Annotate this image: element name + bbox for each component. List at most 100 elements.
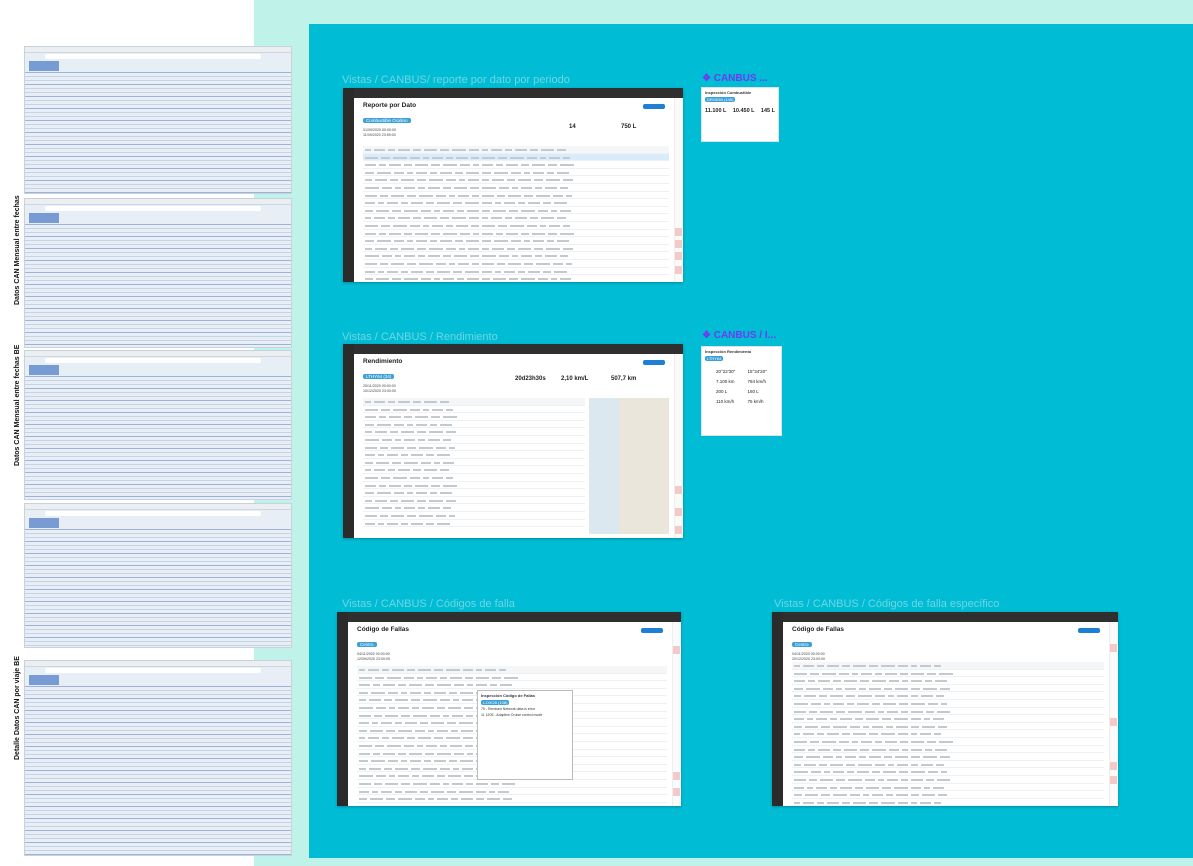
table-row[interactable] [363,153,669,162]
table-row[interactable] [363,252,669,260]
legacy-screen-5 [24,660,292,856]
nav-sidebar[interactable] [343,344,354,538]
legacy-screen-2 [24,198,292,348]
table-row[interactable] [357,780,667,788]
stat-duration: 20d23h30s [515,376,546,382]
table-row[interactable] [363,489,585,497]
table-row[interactable] [792,799,1104,806]
filter-button[interactable] [643,104,665,109]
table-row[interactable] [792,776,1104,784]
table-row[interactable] [363,268,669,276]
data-chip[interactable]: Combustible Ocidino [363,118,411,123]
table-row[interactable] [792,730,1104,738]
frame-title-codigos: Vistas / CANBUS / Códigos de falla [342,598,515,610]
date-to[interactable]: 20/12/2020 23:00:00 [792,657,1104,661]
right-rail [674,98,683,282]
nav-sidebar[interactable] [337,612,348,806]
table-row[interactable] [792,784,1104,792]
table-row[interactable] [363,192,669,200]
table-row[interactable] [792,768,1104,776]
table-row[interactable] [363,482,585,490]
table-row[interactable] [792,708,1104,716]
table-row[interactable] [363,406,585,414]
table-row[interactable] [363,245,669,253]
table-row[interactable] [363,214,669,222]
table-row[interactable] [792,700,1104,708]
frame-title-rendimiento: Vistas / CANBUS / Rendimiento [342,331,498,343]
table-row[interactable] [363,436,585,444]
screen-reporte: Reporte por Dato Combustible Ocidino 01/… [343,88,683,282]
fault-codes-table [792,662,1104,806]
date-from[interactable]: 25/11/2020 00:00:00 [363,384,669,388]
table-row[interactable] [792,685,1104,693]
table-row[interactable] [357,795,667,803]
table-row[interactable] [357,788,667,796]
table-row[interactable] [363,451,585,459]
page-title: Código de Fallas [357,626,410,633]
table-row[interactable] [363,230,669,238]
area-chip[interactable]: Centro [792,642,812,647]
date-from[interactable]: 04/11/2020 00:00:00 [792,652,1104,656]
table-row[interactable] [363,444,585,452]
table-row[interactable] [363,275,669,282]
screen-codigos: Código de Fallas Centro 04/11/2020 00:00… [337,612,681,806]
date-to[interactable]: 11/09/2020 23:59:00 [363,133,669,137]
table-row[interactable] [363,504,585,512]
table-row[interactable] [357,681,667,689]
table-row[interactable] [792,753,1104,761]
table-row[interactable] [792,791,1104,799]
table-row[interactable] [363,207,669,215]
area-chip[interactable]: Centro [357,642,377,647]
filter-button[interactable] [1078,628,1100,633]
stat-count: 14 [569,124,576,130]
nav-sidebar[interactable] [343,88,354,282]
table-row[interactable] [363,459,585,467]
table-row[interactable] [363,520,585,528]
top-bar [348,612,681,622]
table-row[interactable] [363,222,669,230]
table-row[interactable] [363,169,669,177]
card-heading-canbus-2: ❖ CANBUS / I... [702,330,776,341]
table-row[interactable] [357,674,667,682]
stat-liters: 750 L [621,124,637,130]
table-row[interactable] [363,413,585,421]
date-to[interactable]: 10/12/2020 23:00:00 [363,389,669,393]
card-heading-canbus-1: ❖ CANBUS ... [702,73,768,84]
table-row[interactable] [792,670,1104,678]
route-map[interactable] [589,398,669,534]
table-row[interactable] [363,184,669,192]
table-row[interactable] [363,474,585,482]
table-row[interactable] [792,723,1104,731]
table-row[interactable] [363,199,669,207]
table-row[interactable] [792,738,1104,746]
vehicle-chip[interactable]: LTHY64 (34) [363,374,395,379]
table-row[interactable] [792,761,1104,769]
table-row[interactable] [363,428,585,436]
table-row[interactable] [792,692,1104,700]
table-row[interactable] [792,746,1104,754]
side-label-3: Detalle Datos CAN por viaje BE [14,656,21,760]
top-bar [354,344,683,354]
frame-title-codigos-especifico: Vistas / CANBUS / Códigos de falla espec… [774,598,1000,610]
date-to[interactable]: 12/09/2020 23:00:00 [357,657,667,661]
filter-button[interactable] [641,628,663,633]
table-row[interactable] [363,161,669,169]
table-row[interactable] [363,497,585,505]
table-row[interactable] [363,421,585,429]
table-row[interactable] [363,237,669,245]
legacy-screen-1 [24,46,292,194]
table-row[interactable] [363,466,585,474]
screen-codigos-especifico: Código de Fallas Centro 04/11/2020 00:00… [772,612,1118,806]
legacy-screens-panel: Datos CAN Mensual entre fechas Datos CAN… [0,0,292,866]
table-row[interactable] [792,677,1104,685]
date-from[interactable]: 04/11/2020 00:00:00 [357,652,667,656]
right-rail [1109,622,1118,806]
table-row[interactable] [792,715,1104,723]
data-table [363,146,669,282]
table-row[interactable] [363,512,585,520]
page-title: Código de Fallas [792,626,845,633]
table-row[interactable] [363,176,669,184]
nav-sidebar[interactable] [772,612,783,806]
filter-button[interactable] [643,360,665,365]
table-row[interactable] [363,260,669,268]
